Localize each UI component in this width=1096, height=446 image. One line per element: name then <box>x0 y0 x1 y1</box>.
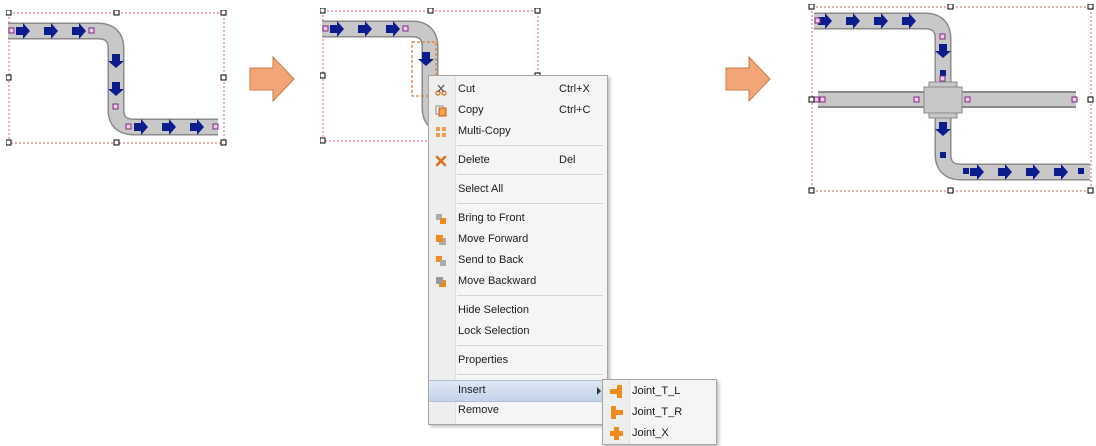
menu-item-label: Properties <box>458 354 509 366</box>
scissors-icon <box>435 84 447 96</box>
menu-item-label: Multi-Copy <box>458 125 511 137</box>
menu-item-label: Cut <box>458 83 476 95</box>
menu-item-label: Insert <box>458 384 486 396</box>
menu-item-lock-selection[interactable]: Lock Selection <box>429 322 607 342</box>
menu-item-label: Lock Selection <box>458 325 530 337</box>
send-to-back-icon <box>436 256 446 266</box>
menu-item-multi-copy[interactable]: Multi-Copy <box>429 122 607 142</box>
submenu-item-joint-t-l[interactable]: Joint_T_L <box>603 381 716 402</box>
submenu-item-label: Joint_T_R <box>632 406 683 418</box>
menu-item-select-all[interactable]: Select All <box>429 180 607 200</box>
menu-item-bring-to-front[interactable]: Bring to Front <box>429 209 607 229</box>
multi-copy-icon <box>436 127 446 137</box>
menu-item-insert[interactable]: Insert <box>429 380 607 402</box>
menu-item-hide-selection[interactable]: Hide Selection <box>429 301 607 321</box>
menu-item-label: Select All <box>458 183 504 195</box>
menu-item-label: Move Forward <box>458 233 529 245</box>
menu-item-copy[interactable]: Copy Ctrl+C <box>429 101 607 121</box>
diagram-canvas-before <box>6 10 228 146</box>
menu-item-move-backward[interactable]: Move Backward <box>429 272 607 292</box>
menu-item-label: Send to Back <box>458 254 524 266</box>
diagram-canvas-after <box>808 4 1096 196</box>
insert-submenu: Joint_T_L Joint_T_R Joint_X <box>602 379 717 445</box>
pipe-diagram-before <box>6 10 227 146</box>
menu-item-label: Move Backward <box>458 275 537 287</box>
move-forward-icon <box>436 235 446 245</box>
menu-item-label: Bring to Front <box>458 212 525 224</box>
delete-x-icon <box>435 155 447 167</box>
joint-x-icon <box>610 427 623 440</box>
menu-item-remove[interactable]: Remove <box>429 401 607 421</box>
menu-item-shortcut: Ctrl+X <box>559 83 590 95</box>
menu-item-delete[interactable]: Delete Del <box>429 151 607 171</box>
menu-item-label: Remove <box>458 404 499 416</box>
copy-icon <box>435 105 447 117</box>
submenu-item-joint-x[interactable]: Joint_X <box>603 423 716 444</box>
context-menu: Cut Ctrl+X Copy Ctrl+C Multi-Copy Delete… <box>428 75 608 425</box>
menu-item-label: Delete <box>458 154 490 166</box>
pipe-diagram-after <box>808 4 1094 194</box>
joint-t-left-icon <box>610 385 622 398</box>
joint-t-right-icon <box>611 406 623 419</box>
menu-item-cut[interactable]: Cut Ctrl+X <box>429 80 607 100</box>
bring-to-front-icon <box>436 214 446 224</box>
menu-item-shortcut: Ctrl+C <box>559 104 591 116</box>
submenu-item-label: Joint_T_L <box>632 385 681 397</box>
submenu-item-joint-t-r[interactable]: Joint_T_R <box>603 402 716 423</box>
menu-item-label: Copy <box>458 104 484 116</box>
menu-item-label: Hide Selection <box>458 304 529 316</box>
menu-item-shortcut: Del <box>559 154 576 166</box>
menu-item-move-forward[interactable]: Move Forward <box>429 230 607 250</box>
step-arrow-2 <box>725 56 771 102</box>
menu-item-properties[interactable]: Properties <box>429 351 607 371</box>
move-backward-icon <box>436 277 446 287</box>
menu-item-send-to-back[interactable]: Send to Back <box>429 251 607 271</box>
step-arrow-1 <box>249 56 295 102</box>
submenu-item-label: Joint_X <box>632 427 669 439</box>
submenu-arrow-icon <box>597 387 601 395</box>
joint-x-shape[interactable] <box>923 81 963 119</box>
